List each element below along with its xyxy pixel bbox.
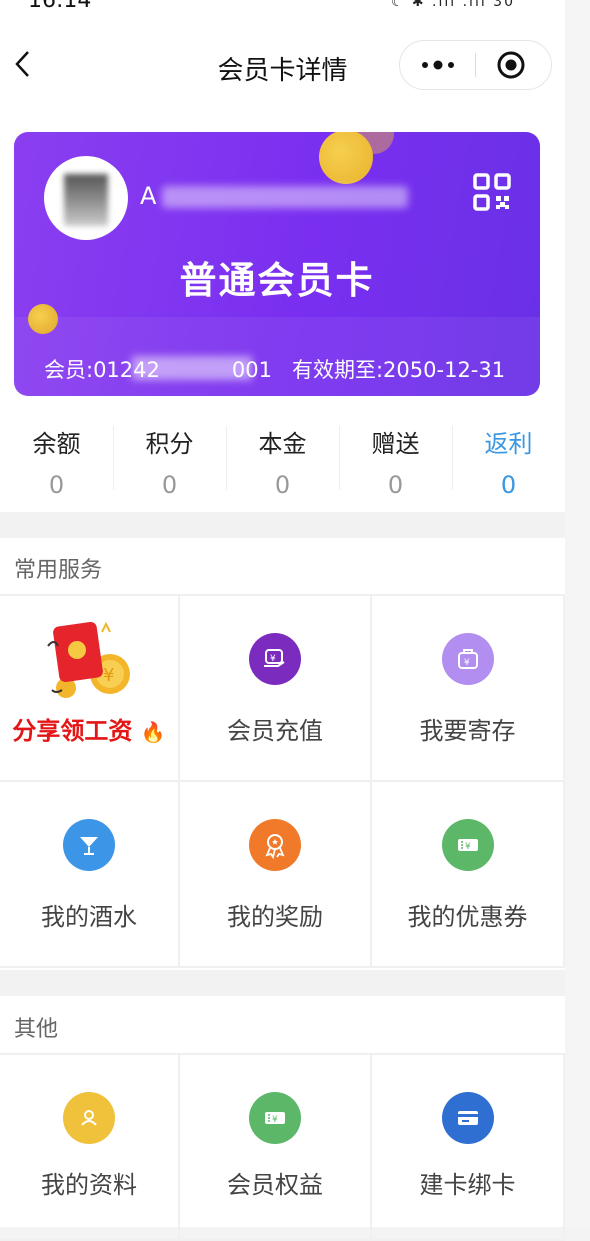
card-type-title: 普通会员卡 [179, 259, 375, 302]
svg-text:¥: ¥ [464, 658, 470, 668]
page: 16:14 ☾ ✱ .ıll .ıll 30 会员卡详情 A 普通会员卡 会员:… [0, 0, 565, 1241]
member-benefits-button[interactable]: ¥ 会员权益 [180, 1055, 372, 1241]
balance-stats: 余额 0 积分 0 本金 0 赠送 0 返利 0 [0, 412, 565, 502]
more-button[interactable] [410, 41, 465, 89]
mini-program-capsule [399, 40, 552, 90]
more-dots-icon [421, 60, 454, 70]
bind-card-button[interactable]: 建卡绑卡 [372, 1055, 565, 1241]
cell-label: 建卡绑卡 [419, 1171, 516, 1199]
stat-gift[interactable]: 赠送 0 [339, 412, 452, 502]
other-services-grid: 我的资料 ¥ 会员权益 建卡绑卡 [0, 1053, 565, 1241]
cell-label: 我要寄存 [419, 717, 516, 745]
cell-label: 我的资料 [41, 1171, 137, 1199]
award-icon [249, 819, 301, 871]
profile-icon [63, 1092, 115, 1144]
qr-code-icon[interactable] [472, 172, 512, 212]
cell-label: 我的优惠券 [407, 903, 528, 931]
cell-label: 分享领工资 🔥 [12, 717, 166, 745]
stat-value: 0 [274, 471, 291, 499]
cell-label: 会员权益 [227, 1171, 323, 1199]
stat-label: 余额 [32, 430, 81, 458]
stat-label: 返利 [484, 430, 533, 458]
my-drinks-button[interactable]: 我的酒水 [0, 782, 180, 968]
capsule-divider [475, 53, 476, 77]
coin-decoration [319, 132, 373, 184]
stat-value: 0 [500, 471, 517, 499]
nav-bar: 会员卡详情 [0, 30, 565, 100]
card-holder-name: A [140, 182, 157, 210]
benefit-icon: ¥ [249, 1092, 301, 1144]
side-strip [565, 0, 590, 1227]
status-time: 16:14 [28, 0, 92, 13]
section-divider [0, 970, 565, 996]
section-title-other: 其他 [14, 1017, 59, 1042]
my-coupons-button[interactable]: ¥ 我的优惠券 [372, 782, 565, 968]
coupon-icon: ¥ [441, 819, 494, 871]
member-card[interactable]: A 普通会员卡 会员:01242 001 有效期至:2050-12-31 [14, 132, 540, 396]
stat-value: 0 [387, 471, 404, 499]
coin-decoration [28, 304, 58, 334]
svg-text:¥: ¥ [272, 1115, 278, 1125]
recharge-icon: ¥ [249, 633, 301, 685]
svg-text:¥: ¥ [465, 842, 471, 852]
stat-points[interactable]: 积分 0 [113, 412, 226, 502]
bank-card-icon [441, 1092, 494, 1144]
storage-icon: ¥ [441, 633, 494, 685]
cocktail-icon [63, 819, 115, 871]
share-salary-button[interactable]: ¥ 分享领工资 🔥 [0, 596, 180, 782]
stat-principal[interactable]: 本金 0 [226, 412, 339, 502]
red-packet-icon: ¥ [47, 621, 130, 698]
storage-button[interactable]: ¥ 我要寄存 [372, 596, 565, 782]
cell-label: 我的奖励 [227, 903, 323, 931]
expiry-date: 有效期至:2050-12-31 [291, 358, 506, 382]
member-number-suffix: 001 [231, 358, 272, 382]
svg-text:¥: ¥ [270, 654, 276, 664]
avatar [44, 156, 128, 240]
section-divider [0, 512, 565, 538]
stat-value: 0 [161, 471, 178, 499]
status-bar: 16:14 ☾ ✱ .ıll .ıll 30 [0, 0, 565, 14]
card-footer: 会员:01242 001 有效期至:2050-12-31 [44, 354, 505, 384]
stat-value: 0 [48, 471, 65, 499]
svg-text:¥: ¥ [103, 665, 114, 686]
name-mask [162, 186, 408, 208]
member-recharge-button[interactable]: ¥ 会员充值 [180, 596, 372, 782]
member-number: 会员:01242 [44, 358, 160, 382]
cell-label: 会员充值 [227, 717, 323, 745]
section-title-common: 常用服务 [14, 558, 103, 583]
cell-label: 我的酒水 [41, 903, 137, 931]
status-icons: ☾ ✱ .ıll .ıll 30 [390, 0, 515, 10]
target-icon[interactable] [496, 50, 526, 80]
fire-icon: 🔥 [140, 720, 166, 744]
my-profile-button[interactable]: 我的资料 [0, 1055, 180, 1241]
stat-balance[interactable]: 余额 0 [0, 412, 113, 502]
stat-rebate[interactable]: 返利 0 [452, 412, 565, 502]
common-services-grid: ¥ 分享领工资 🔥 ¥ 会员充值 ¥ 我要寄存 我的酒水 我的奖励 ¥ 我的优惠… [0, 594, 565, 968]
stat-label: 积分 [145, 430, 194, 458]
my-rewards-button[interactable]: 我的奖励 [180, 782, 372, 968]
stat-label: 本金 [258, 430, 307, 458]
stat-label: 赠送 [371, 430, 420, 458]
